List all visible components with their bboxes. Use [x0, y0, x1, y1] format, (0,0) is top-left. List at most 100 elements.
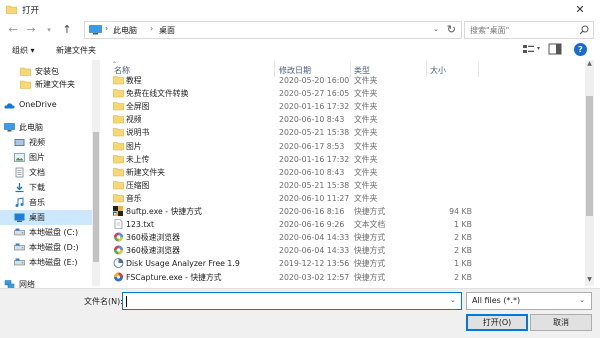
open-button[interactable]: 打开(O) — [466, 314, 528, 331]
folder-icon — [113, 167, 124, 177]
file-row[interactable]: 全屏图 2020-01-16 17:32 文件夹 — [110, 100, 586, 113]
file-name: 123.txt — [126, 220, 155, 230]
browser-360-icon — [113, 245, 124, 255]
file-modified: 2020-06-16 8:16 — [279, 207, 345, 216]
folder-icon — [113, 154, 124, 164]
file-row[interactable]: 免费在线文件转换 2020-05-27 16:05 文件夹 — [110, 87, 586, 100]
file-name: 360极速浏览器 — [126, 246, 180, 256]
filetype-value: All files (*.*) — [472, 296, 521, 305]
file-name: 视频 — [126, 115, 142, 125]
file-size: 2 KB — [454, 246, 472, 256]
ftp-shortcut-icon — [113, 206, 124, 216]
file-size: 2 KB — [454, 233, 472, 243]
file-type: 文本文档 — [354, 220, 386, 230]
scroll-up-arrow-icon[interactable]: ▲ — [585, 60, 594, 70]
file-size: 1 KB — [454, 220, 472, 230]
file-row[interactable]: 360极速浏览器 2020-06-04 14:33 快捷方式 2 KB — [110, 231, 586, 244]
folder-icon — [113, 180, 124, 190]
file-modified: 2020-01-16 17:32 — [279, 154, 350, 164]
file-type: 文件夹 — [354, 102, 378, 112]
file-name: 图片 — [126, 141, 142, 151]
file-row[interactable]: 音乐 2020-06-10 11:27 文件夹 — [110, 192, 586, 205]
file-row[interactable]: Disk Usage Analyzer Free 1.9 2019-12-12 1… — [110, 257, 586, 270]
file-modified: 2020-06-10 11:27 — [279, 193, 350, 203]
file-list: 教程 2020-05-20 16:00 文件夹 免费在线文件转换 2020-05-27 … — [0, 0, 600, 288]
filetype-dropdown-icon: ⌄ — [579, 296, 585, 304]
file-type: 快捷方式 — [354, 272, 386, 282]
filename-field[interactable] — [122, 292, 462, 310]
filename-dropdown-icon[interactable]: ⌄ — [450, 296, 456, 304]
file-row[interactable]: 视频 2020-06-10 8:43 文件夹 — [110, 113, 586, 126]
file-list-scrollbar[interactable]: ▲ ▼ — [585, 60, 594, 286]
file-type: 快捷方式 — [354, 207, 386, 216]
file-modified: 2020-05-21 15:38 — [279, 180, 350, 190]
file-name: 压缩图 — [126, 180, 150, 190]
fscapture-icon — [113, 272, 124, 282]
file-type: 文件夹 — [354, 115, 378, 125]
file-row[interactable]: 说明书 2020-05-21 15:38 文件夹 — [110, 126, 586, 139]
file-size: 1 KB — [454, 259, 472, 269]
file-type: 文件夹 — [354, 193, 378, 203]
file-modified: 2020-06-17 8:53 — [279, 141, 345, 151]
file-type: 快捷方式 — [354, 259, 386, 269]
filetype-select[interactable]: All files (*.*) ⌄ — [466, 292, 592, 310]
file-name: 说明书 — [126, 128, 150, 138]
file-name: 新建文件夹 — [126, 167, 165, 177]
file-name: 8uftp.exe - 快捷方式 — [126, 207, 202, 216]
file-type: 文件夹 — [354, 89, 378, 99]
file-name: FSCapture.exe - 快捷方式 — [126, 272, 222, 282]
browser-360-icon — [113, 232, 124, 242]
disk-analyzer-icon — [113, 258, 124, 269]
file-row[interactable]: 360极速浏览器 2020-06-04 14:33 快捷方式 2 KB — [110, 244, 586, 257]
folder-icon — [113, 75, 124, 85]
text-caret — [126, 296, 127, 307]
file-name: 免费在线文件转换 — [126, 89, 189, 99]
folder-icon — [113, 141, 124, 151]
file-type: 快捷方式 — [354, 233, 386, 243]
folder-icon — [113, 127, 124, 137]
file-modified: 2019-12-12 13:56 — [279, 259, 350, 269]
text-file-icon — [113, 219, 124, 229]
file-modified: 2020-05-21 15:38 — [279, 128, 350, 138]
file-modified: 2020-03-02 12:57 — [279, 272, 350, 282]
file-modified: 2020-06-04 14:33 — [279, 246, 350, 256]
file-modified: 2020-01-16 17:32 — [279, 102, 350, 112]
file-type: 文件夹 — [354, 180, 378, 190]
file-row[interactable]: 新建文件夹 2020-06-10 8:43 文件夹 — [110, 166, 586, 179]
file-type: 文件夹 — [354, 141, 378, 151]
file-type: 文件夹 — [354, 128, 378, 138]
file-modified: 2020-05-20 16:00 — [279, 76, 350, 85]
file-row[interactable]: 123.txt 2020-06-16 9:26 文本文档 1 KB — [110, 218, 586, 231]
file-name: 360极速浏览器 — [126, 233, 180, 243]
folder-icon — [113, 101, 124, 111]
file-row[interactable]: FSCapture.exe - 快捷方式 2020-03-02 12:57 快捷方式… — [110, 271, 586, 284]
file-row[interactable]: 压缩图 2020-05-21 15:38 文件夹 — [110, 179, 586, 192]
scroll-down-arrow-icon[interactable]: ▼ — [585, 276, 594, 286]
file-row[interactable]: 8uftp.exe - 快捷方式 2020-06-16 8:16 快捷方式 94 KB — [110, 205, 586, 218]
file-row[interactable]: 图片 2020-06-17 8:53 文件夹 — [110, 140, 586, 153]
file-type: 文件夹 — [354, 167, 378, 177]
file-type: 文件夹 — [354, 154, 378, 164]
file-modified: 2020-05-27 16:05 — [279, 89, 350, 99]
file-name: 未上传 — [126, 154, 150, 164]
file-name: Disk Usage Analyzer Free 1.9 — [126, 259, 240, 269]
folder-icon — [113, 114, 124, 124]
folder-icon — [113, 193, 124, 203]
file-name: 教程 — [126, 76, 142, 85]
file-size: 94 KB — [449, 207, 472, 216]
file-row[interactable]: 未上传 2020-01-16 17:32 文件夹 — [110, 153, 586, 166]
file-row[interactable]: 教程 2020-05-20 16:00 文件夹 — [110, 74, 586, 87]
cancel-button[interactable]: 取消 — [530, 314, 592, 331]
file-size: 2 KB — [454, 272, 472, 282]
file-modified: 2020-06-10 8:43 — [279, 167, 345, 177]
file-modified: 2020-06-16 9:26 — [279, 220, 345, 230]
file-modified: 2020-06-04 14:33 — [279, 233, 350, 243]
file-type: 文件夹 — [354, 76, 378, 85]
file-modified: 2020-06-10 8:43 — [279, 115, 345, 125]
file-list-scrollbar-thumb[interactable] — [586, 96, 593, 216]
file-type: 快捷方式 — [354, 246, 386, 256]
folder-icon — [113, 88, 124, 98]
filename-label: 文件名(N): — [84, 297, 123, 306]
file-name: 音乐 — [126, 193, 142, 203]
file-name: 全屏图 — [126, 102, 150, 112]
